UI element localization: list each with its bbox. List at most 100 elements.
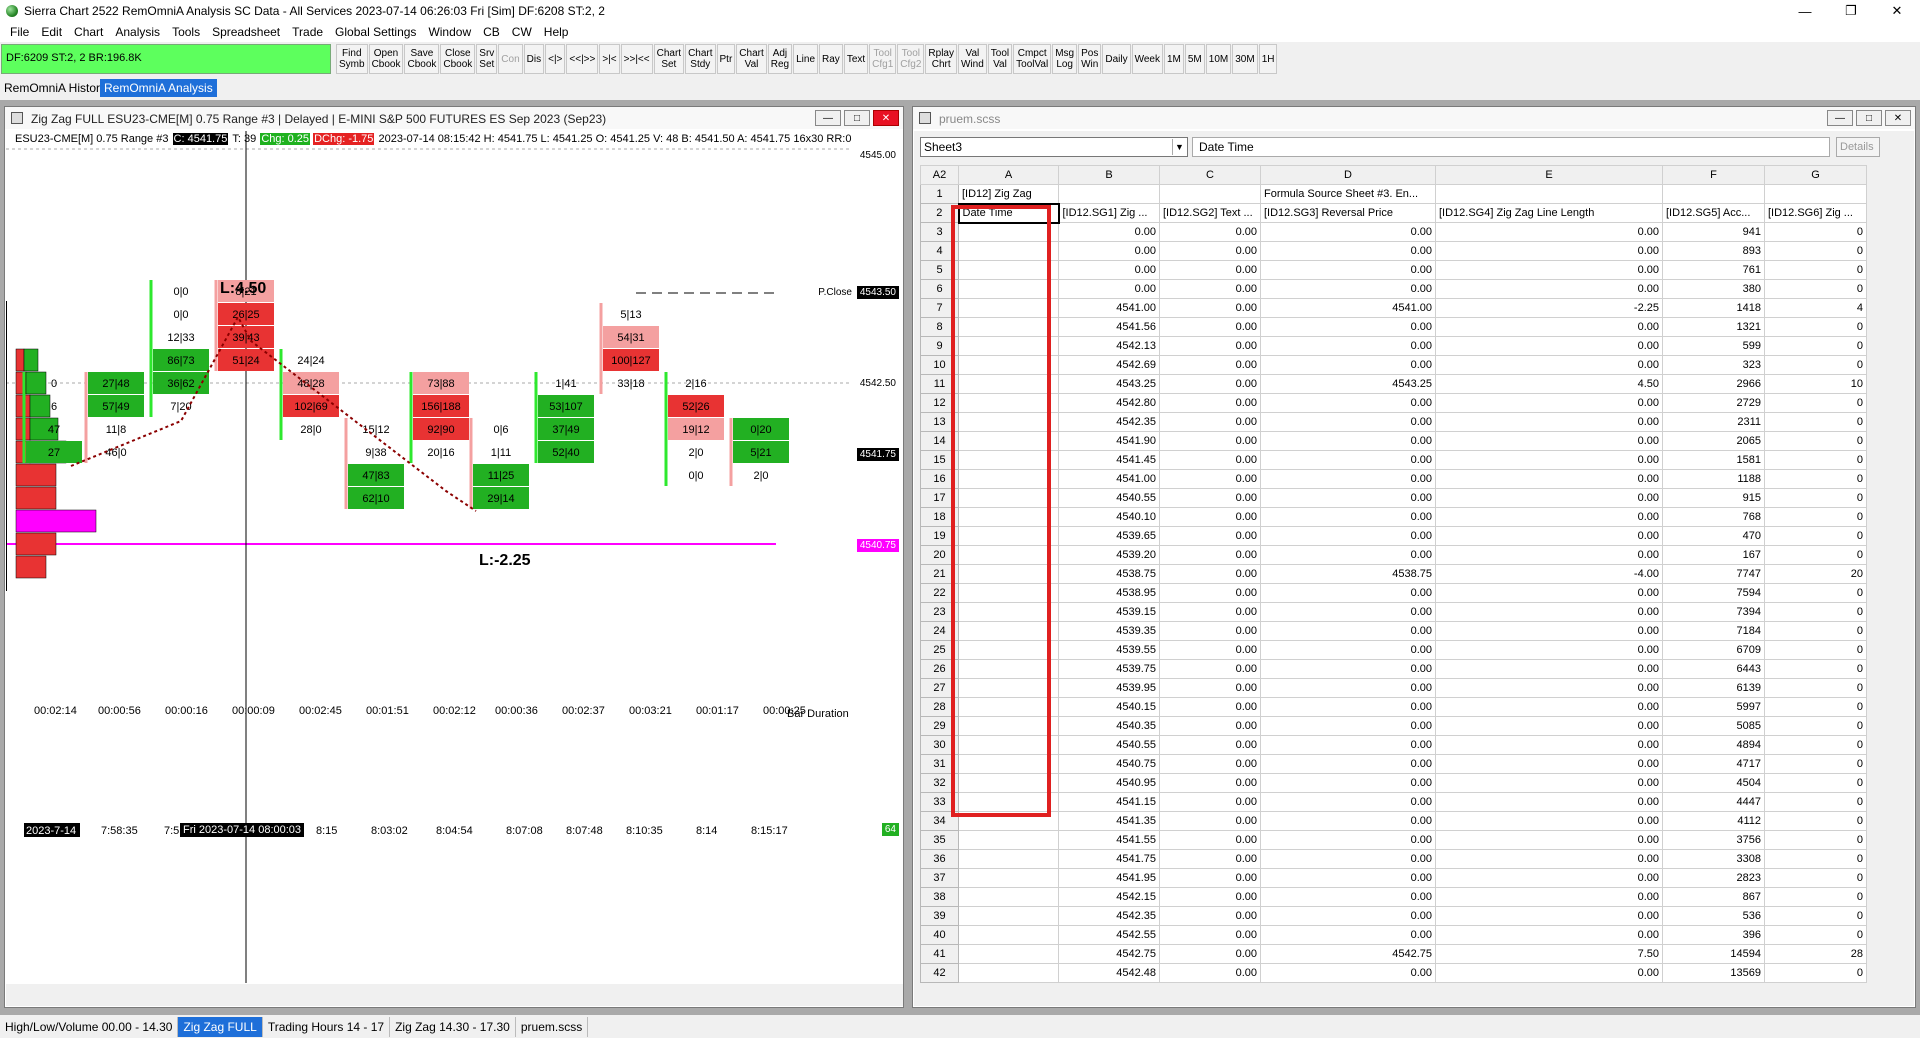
table-cell[interactable]: 4541.00 [1058, 298, 1160, 318]
table-cell[interactable]: 0.00 [1159, 507, 1261, 527]
toolbar-button-ray[interactable]: Ray [819, 44, 843, 74]
table-cell[interactable]: 0.00 [1260, 621, 1436, 641]
table-cell[interactable]: 761 [1662, 260, 1765, 280]
table-cell[interactable]: 0.00 [1260, 792, 1436, 812]
table-cell[interactable]: 4540.95 [1058, 773, 1160, 793]
table-cell[interactable]: 0.00 [1260, 222, 1436, 242]
spreadsheet-grid[interactable]: A2 A B C D E F G 1 [ID12] Zig Zag Formula Source S… [920, 165, 1867, 983]
chart-hscroll[interactable] [6, 984, 903, 1006]
menu-cw[interactable]: CW [506, 25, 538, 39]
table-cell[interactable]: 7394 [1662, 602, 1765, 622]
row-header[interactable]: 1 [920, 184, 959, 204]
table-cell[interactable]: 2966 [1662, 374, 1765, 394]
table-cell[interactable]: 0.00 [1435, 488, 1663, 508]
table-cell[interactable]: 5085 [1662, 716, 1765, 736]
table-cell[interactable]: 0.00 [1159, 754, 1261, 774]
sheet-select[interactable]: Sheet3 ▼ [920, 137, 1188, 157]
table-cell[interactable]: 0.00 [1159, 640, 1261, 660]
table-cell[interactable]: 915 [1662, 488, 1765, 508]
table-cell[interactable]: 0 [1764, 887, 1867, 907]
toolbar-button-week[interactable]: Week [1131, 44, 1163, 74]
table-cell[interactable]: 4717 [1662, 754, 1765, 774]
table-cell[interactable]: 0.00 [1260, 868, 1436, 888]
table-cell[interactable]: 167 [1662, 545, 1765, 565]
table-cell[interactable]: 4539.20 [1058, 545, 1160, 565]
table-cell[interactable] [958, 944, 1059, 964]
table-cell[interactable]: 0.00 [1159, 374, 1261, 394]
table-cell[interactable]: 4542.48 [1058, 963, 1160, 983]
menu-edit[interactable]: Edit [35, 25, 68, 39]
toolbar-button-5m[interactable]: 5M [1184, 44, 1205, 74]
table-cell[interactable]: 0 [1764, 754, 1867, 774]
table-cell[interactable]: 0.00 [1159, 849, 1261, 869]
table-cell[interactable]: 0.00 [1260, 735, 1436, 755]
sheet-vscroll[interactable] [1894, 165, 1912, 985]
table-cell[interactable]: 4541.00 [1260, 298, 1436, 318]
table-cell[interactable]: 4504 [1662, 773, 1765, 793]
maximize-icon[interactable]: □ [844, 110, 870, 126]
formula-bar[interactable]: Date Time [1192, 137, 1830, 157]
table-cell[interactable]: 0.00 [1435, 621, 1663, 641]
table-cell[interactable]: 0 [1764, 545, 1867, 565]
table-cell[interactable]: [ID12.SG3] Reversal Price [1260, 203, 1436, 223]
table-cell[interactable]: 0.00 [1260, 507, 1436, 527]
table-cell[interactable]: 0.00 [1058, 222, 1160, 242]
table-cell[interactable]: 0.00 [1159, 602, 1261, 622]
table-cell[interactable]: 323 [1662, 355, 1765, 375]
table-cell[interactable]: 0 [1764, 431, 1867, 451]
table-cell[interactable]: 0.00 [1159, 545, 1261, 565]
close-icon[interactable]: ✕ [873, 110, 899, 126]
table-cell[interactable]: 0.00 [1435, 279, 1663, 299]
table-cell[interactable] [958, 830, 1059, 850]
table-cell[interactable]: 0.00 [1260, 697, 1436, 717]
table-cell[interactable]: 0 [1764, 773, 1867, 793]
table-cell[interactable]: 4542.69 [1058, 355, 1160, 375]
table-cell[interactable]: [ID12.SG6] Zig ... [1764, 203, 1867, 223]
chart-plot[interactable]: 0 6 47 27 27|48 57|49 11|8 46|0 0|0 0|0 12|33 86|73… [6, 131, 903, 983]
menu-file[interactable]: File [4, 25, 35, 39]
toolbar-button-chart-stdy[interactable]: Chart Stdy [685, 44, 716, 74]
table-cell[interactable]: 0.00 [1159, 298, 1261, 318]
table-cell[interactable]: 0.00 [1435, 697, 1663, 717]
table-cell[interactable]: 0.00 [1435, 241, 1663, 261]
table-cell[interactable]: 0 [1764, 697, 1867, 717]
table-cell[interactable]: 0.00 [1159, 526, 1261, 546]
table-cell[interactable]: 7747 [1662, 564, 1765, 584]
table-cell[interactable]: 4540.15 [1058, 697, 1160, 717]
table-cell[interactable]: 0 [1764, 811, 1867, 831]
table-cell[interactable] [1058, 184, 1160, 204]
table-cell[interactable]: 0.00 [1435, 792, 1663, 812]
table-cell[interactable]: 0 [1764, 963, 1867, 983]
table-cell[interactable]: 4541.75 [1058, 849, 1160, 869]
table-cell[interactable]: 6443 [1662, 659, 1765, 679]
table-cell[interactable]: 0.00 [1435, 393, 1663, 413]
column-header[interactable]: D [1260, 165, 1436, 185]
table-cell[interactable]: 0.00 [1159, 887, 1261, 907]
table-cell[interactable]: 0.00 [1435, 602, 1663, 622]
table-cell[interactable]: 0.00 [1260, 279, 1436, 299]
table-cell[interactable]: 0.00 [1260, 773, 1436, 793]
table-cell[interactable]: 1581 [1662, 450, 1765, 470]
toolbar-button-line[interactable]: Line [793, 44, 819, 74]
table-cell[interactable] [1764, 184, 1867, 204]
table-cell[interactable]: 0.00 [1435, 716, 1663, 736]
column-header[interactable]: B [1058, 165, 1160, 185]
table-cell[interactable]: 4894 [1662, 735, 1765, 755]
table-cell[interactable]: 0 [1764, 659, 1867, 679]
table-cell[interactable]: 4538.75 [1260, 564, 1436, 584]
table-cell[interactable]: -2.25 [1435, 298, 1663, 318]
table-cell[interactable]: 470 [1662, 526, 1765, 546]
close-icon[interactable]: ✕ [1874, 0, 1920, 22]
toolbar-button-chart-set[interactable]: Chart Set [653, 44, 685, 74]
table-cell[interactable]: 0.00 [1435, 507, 1663, 527]
row-header[interactable]: 39 [920, 906, 959, 926]
table-cell[interactable]: 0.00 [1435, 355, 1663, 375]
toolbar-button-tool-cfg2[interactable]: Tool Cfg2 [897, 44, 925, 74]
row-header[interactable]: 42 [920, 963, 959, 983]
table-cell[interactable]: 0.00 [1435, 887, 1663, 907]
table-cell[interactable]: 0.00 [1260, 849, 1436, 869]
table-cell[interactable]: 0.00 [1159, 868, 1261, 888]
table-cell[interactable]: 0.00 [1260, 450, 1436, 470]
row-header[interactable]: 38 [920, 887, 959, 907]
table-cell[interactable]: 4539.35 [1058, 621, 1160, 641]
